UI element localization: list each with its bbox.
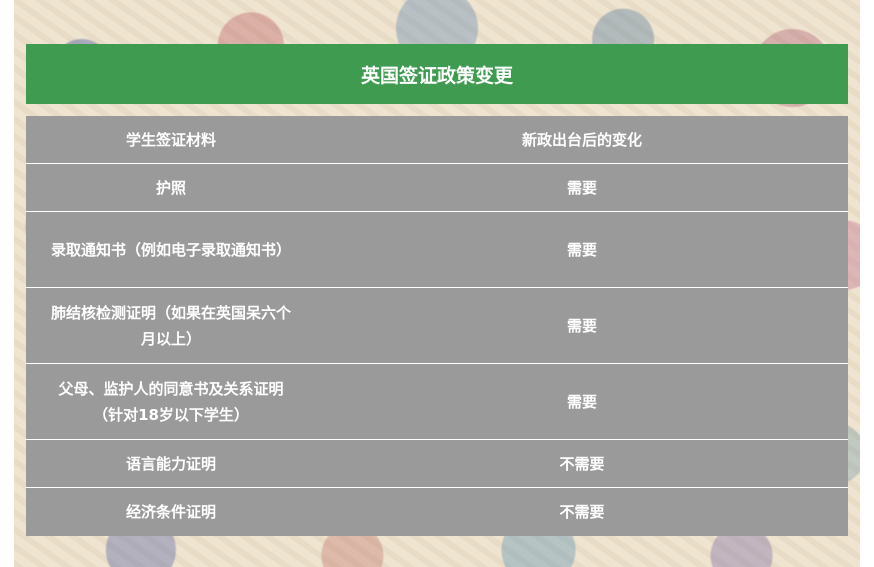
passport-stamp-background: 英国签证政策变更 学生签证材料 新政出台后的变化 护照 需要 录取通知书（例如电… — [14, 0, 860, 567]
change-cell: 不需要 — [559, 454, 605, 473]
header-material: 学生签证材料 — [125, 130, 216, 149]
table-header-row: 学生签证材料 新政出台后的变化 — [26, 116, 848, 164]
material-cell: 肺结核检测证明（如果在英国呆六个月以上） — [50, 303, 291, 348]
table-row: 录取通知书（例如电子录取通知书） 需要 — [26, 212, 848, 288]
material-cell: 父母、监护人的同意书及关系证明（针对18岁以下学生） — [58, 379, 284, 424]
change-cell: 需要 — [566, 240, 597, 259]
change-cell: 需要 — [566, 392, 597, 411]
table-row: 护照 需要 — [26, 164, 848, 212]
material-cell: 护照 — [155, 178, 186, 197]
table-row: 父母、监护人的同意书及关系证明（针对18岁以下学生） 需要 — [26, 364, 848, 440]
material-cell: 经济条件证明 — [125, 503, 216, 521]
change-cell: 需要 — [566, 178, 597, 197]
page-title: 英国签证政策变更 — [26, 44, 848, 104]
header-change: 新政出台后的变化 — [521, 130, 642, 149]
change-cell: 不需要 — [559, 503, 605, 521]
material-cell: 语言能力证明 — [125, 454, 216, 473]
table-row: 经济条件证明 不需要 — [26, 488, 848, 536]
change-cell: 需要 — [566, 316, 597, 335]
visa-materials-table: 学生签证材料 新政出台后的变化 护照 需要 录取通知书（例如电子录取通知书） 需… — [26, 116, 848, 536]
table-row: 肺结核检测证明（如果在英国呆六个月以上） 需要 — [26, 288, 848, 364]
table-row: 语言能力证明 不需要 — [26, 440, 848, 488]
page-title-text: 英国签证政策变更 — [360, 64, 513, 87]
material-cell: 录取通知书（例如电子录取通知书） — [50, 240, 291, 259]
